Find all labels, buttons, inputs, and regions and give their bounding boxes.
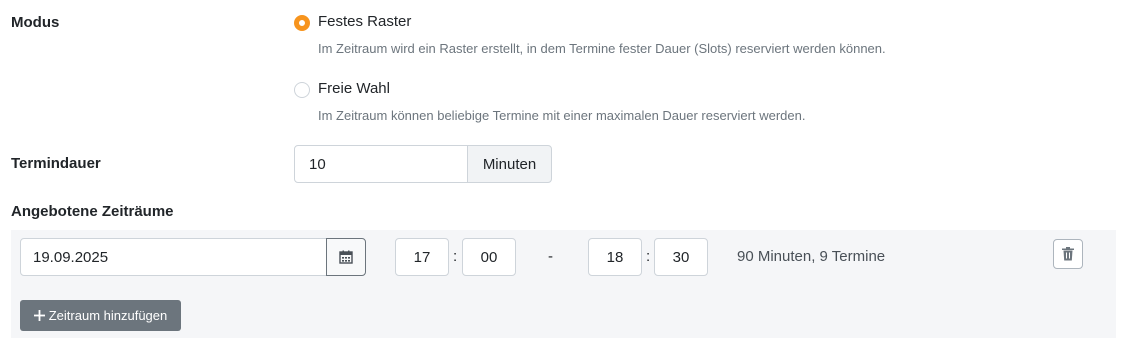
end-time-separator: : — [646, 248, 651, 265]
start-time-separator: : — [453, 248, 458, 265]
termindauer-unit: Minuten — [467, 145, 552, 183]
range-separator: - — [548, 248, 553, 265]
add-zeitraum-label: Zeitraum hinzufügen — [48, 308, 168, 323]
start-minute-input[interactable]: 00 — [462, 238, 516, 276]
radio-festes-raster[interactable] — [294, 15, 310, 31]
date-input[interactable] — [20, 238, 327, 276]
calendar-button[interactable] — [326, 238, 366, 276]
option-freie-wahl-help: Im Zeitraum können beliebige Termine mit… — [318, 108, 806, 123]
modus-label: Modus — [11, 14, 60, 31]
option-festes-raster-label[interactable]: Festes Raster — [318, 13, 411, 30]
radio-freie-wahl[interactable] — [294, 82, 310, 98]
zeitraum-summary: 90 Minuten, 9 Termine — [737, 248, 886, 265]
add-zeitraum-button[interactable]: Zeitraum hinzufügen — [20, 300, 181, 331]
plus-icon — [33, 310, 45, 321]
end-hour-input[interactable]: 18 — [588, 238, 642, 276]
start-hour-input[interactable]: 17 — [395, 238, 449, 276]
termindauer-input[interactable] — [294, 145, 468, 183]
trash-icon — [1062, 247, 1074, 261]
calendar-icon — [339, 250, 353, 264]
termindauer-label: Termindauer — [11, 155, 101, 172]
zeitraeume-label: Angebotene Zeiträume — [11, 203, 174, 220]
option-festes-raster-help: Im Zeitraum wird ein Raster erstellt, in… — [318, 41, 886, 56]
end-minute-input[interactable]: 30 — [654, 238, 708, 276]
delete-zeitraum-button[interactable] — [1053, 239, 1083, 269]
option-freie-wahl-label[interactable]: Freie Wahl — [318, 80, 390, 97]
